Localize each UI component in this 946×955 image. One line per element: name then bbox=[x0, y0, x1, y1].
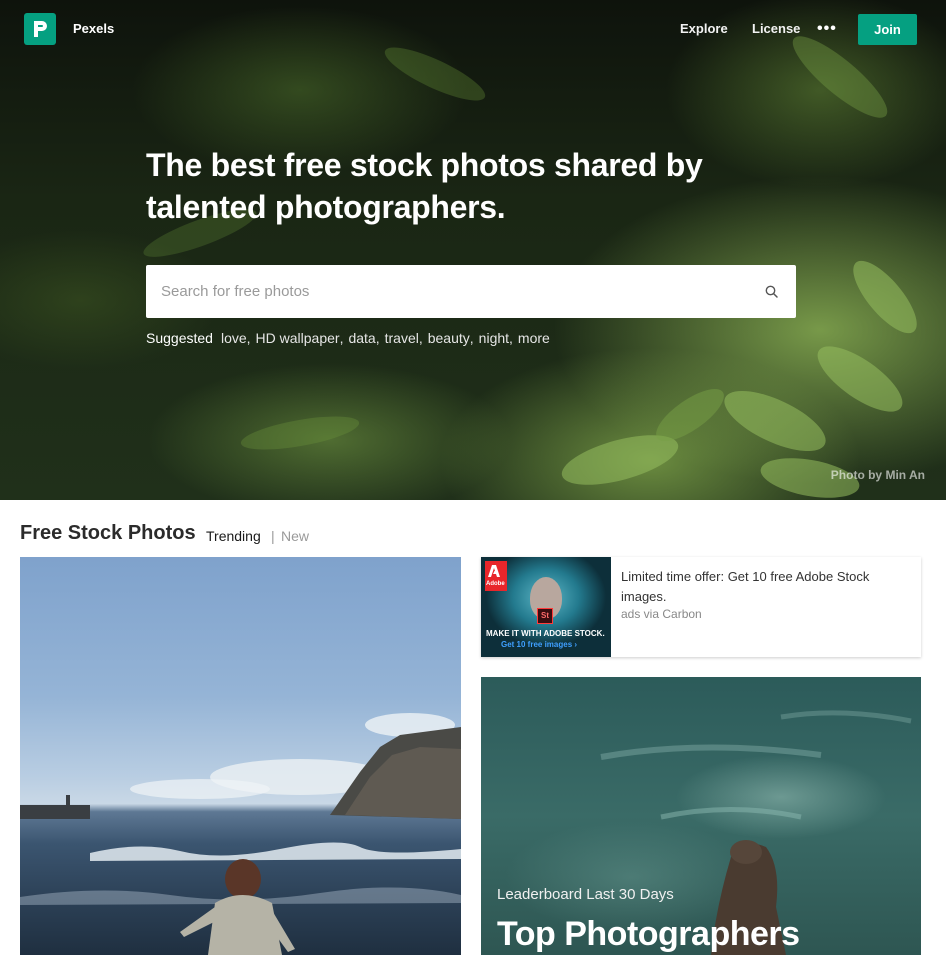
tag-separator: , bbox=[246, 330, 251, 346]
beach-photo bbox=[20, 713, 461, 955]
tag-more[interactable]: more bbox=[518, 330, 550, 346]
tab-trending[interactable]: Trending bbox=[206, 528, 261, 544]
tab-new[interactable]: New bbox=[281, 528, 309, 544]
tab-separator: | bbox=[271, 528, 275, 544]
leaderboard-card[interactable]: Leaderboard Last 30 Days Top Photographe… bbox=[481, 677, 921, 955]
nav-license[interactable]: License bbox=[752, 21, 800, 36]
pexels-logo-icon[interactable] bbox=[24, 13, 56, 45]
section-title: Free Stock Photos bbox=[20, 522, 196, 544]
tag-separator: , bbox=[469, 330, 474, 346]
ad-text[interactable]: Limited time offer: Get 10 free Adobe St… bbox=[621, 567, 911, 607]
hero-headline: The best free stock photos shared by tal… bbox=[146, 147, 703, 225]
adobe-logo: Adobe bbox=[485, 561, 507, 591]
tag-separator: , bbox=[418, 330, 423, 346]
photo-card[interactable] bbox=[20, 557, 461, 955]
logo-glyph bbox=[34, 21, 47, 37]
stock-badge: St bbox=[537, 608, 553, 624]
brand-name[interactable]: Pexels bbox=[73, 21, 114, 36]
adobe-wordmark: Adobe bbox=[486, 581, 505, 587]
leaf-decoration bbox=[716, 378, 834, 464]
sea-lion-photo bbox=[600, 710, 912, 955]
leaf-decoration bbox=[238, 409, 362, 457]
tag-link[interactable]: love bbox=[221, 330, 247, 346]
tag-link[interactable]: night bbox=[479, 330, 509, 346]
tag-link[interactable]: travel bbox=[385, 330, 419, 346]
tag-link[interactable]: beauty bbox=[428, 330, 470, 346]
leaderboard-title[interactable]: Top Photographers bbox=[497, 915, 800, 954]
tag-separator: , bbox=[339, 330, 344, 346]
join-button[interactable]: Join bbox=[858, 14, 917, 45]
suggested-label: Suggested bbox=[146, 330, 213, 346]
search-bar bbox=[146, 265, 796, 318]
leaf-decoration bbox=[808, 334, 912, 424]
more-dots-icon[interactable]: ••• bbox=[817, 20, 837, 38]
leaf-decoration bbox=[843, 251, 927, 343]
leaf-decoration bbox=[379, 38, 491, 110]
tag-separator: , bbox=[375, 330, 380, 346]
search-input[interactable] bbox=[146, 265, 746, 318]
leaderboard-subtitle: Leaderboard Last 30 Days bbox=[497, 886, 674, 903]
ad-card[interactable]: Adobe St MAKE IT WITH ADOBE STOCK. Get 1… bbox=[481, 557, 921, 657]
ad-image[interactable]: Adobe St MAKE IT WITH ADOBE STOCK. Get 1… bbox=[481, 557, 611, 657]
tag-link[interactable]: data bbox=[348, 330, 375, 346]
ad-image-cta: Get 10 free images › bbox=[501, 640, 578, 649]
tag-separator: , bbox=[509, 330, 513, 346]
tag-link[interactable]: HD wallpaper bbox=[256, 330, 340, 346]
adobe-logo-icon bbox=[488, 565, 500, 577]
nav-explore[interactable]: Explore bbox=[680, 21, 728, 36]
leaf-decoration bbox=[648, 379, 732, 451]
photo-credit[interactable]: Photo by Min An bbox=[831, 468, 925, 482]
ad-image-headline: MAKE IT WITH ADOBE STOCK. bbox=[486, 629, 605, 638]
ad-via-link[interactable]: ads via Carbon bbox=[621, 607, 702, 621]
search-icon[interactable] bbox=[764, 284, 780, 300]
hero-banner: Pexels Explore License ••• Join The best… bbox=[0, 0, 946, 500]
suggested-tags: Suggested love, HD wallpaper, data, trav… bbox=[146, 330, 550, 346]
